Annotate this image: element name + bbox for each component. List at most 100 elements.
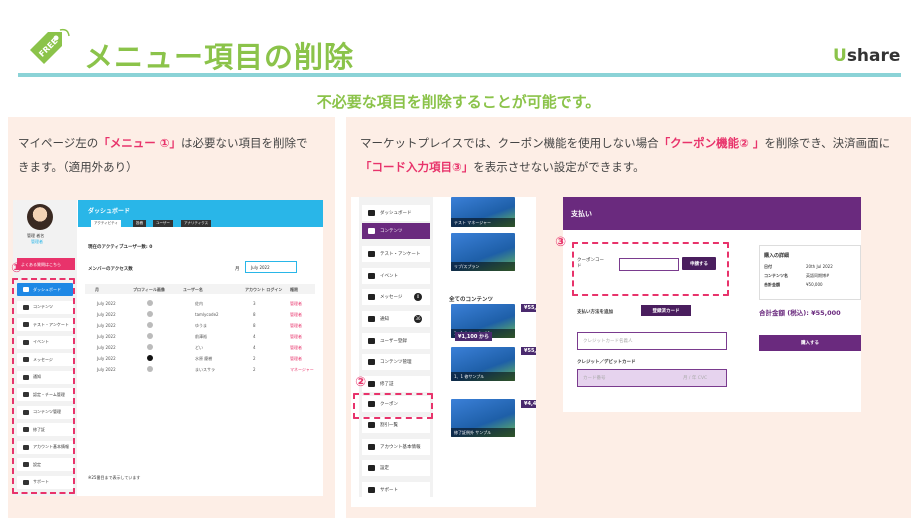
card-exp-placeholder: 月 / 年 CVC xyxy=(683,376,708,381)
table-cell: tamlycode2 xyxy=(195,312,219,317)
table-row: July 2022 ゆうま 8 管理者 xyxy=(85,321,315,331)
thumbnail-label: 修了証例外 サンプル xyxy=(451,428,515,437)
sidebar-item-label: イベント xyxy=(380,274,398,279)
sidebar-item[interactable]: 通知 36 xyxy=(362,311,430,327)
right-desc-highlight1: 「クーポン機能② 」 xyxy=(658,136,765,150)
table-cell: July 2022 xyxy=(97,367,116,372)
table-cell: July 2022 xyxy=(97,334,116,339)
price-tag: ¥55, xyxy=(521,304,536,312)
avatar[interactable] xyxy=(27,204,53,230)
column-header: 月 xyxy=(95,287,99,292)
dash-tab[interactable]: 投稿 xyxy=(133,220,146,227)
callout-3: ③ xyxy=(555,235,567,250)
thumbnail-label: 1、1 修サンプル xyxy=(451,372,515,381)
right-panel: マーケットプレイスでは、クーポン機能を使用しない場合「クーポン機能② 」を削除で… xyxy=(346,117,911,518)
sidebar-item[interactable]: サポート xyxy=(362,482,430,498)
profile-avatar xyxy=(147,366,153,372)
access-title: メンバーのアクセス数 xyxy=(88,267,133,272)
sidebar-item[interactable]: ダッシュボード xyxy=(362,205,430,221)
table-cell: どい xyxy=(195,345,203,350)
table-cell: 管理者 xyxy=(290,334,302,339)
table-cell: まいスサラ xyxy=(195,367,215,372)
profile-avatar xyxy=(147,300,153,306)
card-tab-saved[interactable]: 登録済カード xyxy=(641,305,691,316)
menu-icon xyxy=(368,294,375,300)
sidebar-item[interactable]: コンテンツ xyxy=(362,223,430,239)
right-desc-highlight2: 「コード入力項目③」 xyxy=(360,160,474,174)
table-cell: 前澤裕 xyxy=(195,334,207,339)
sidebar-item[interactable]: メッセージ 0 xyxy=(362,289,430,305)
title-underline xyxy=(18,73,901,77)
table-cell: 8 xyxy=(253,312,256,317)
coupon-callout-box xyxy=(353,393,433,419)
month-label: 月 xyxy=(235,267,240,272)
all-contents-label: 全てのコンテンツ xyxy=(449,297,494,303)
left-description: マイページ左の「メニュー ①」は必要ない項目を削除できます。（適用外あり） xyxy=(18,131,318,179)
thumbnail-label: テスト マネージャー xyxy=(451,218,515,227)
table-cell: 2 xyxy=(253,367,256,372)
detail-value: 20th Jul 2022 xyxy=(806,264,833,269)
table-row: July 2022 佐内 3 管理者 xyxy=(85,299,315,309)
dashboard-header: ダッシュボード xyxy=(78,200,323,217)
count-badge: 36 xyxy=(414,315,422,323)
card-label: クレジット／デビットカード xyxy=(577,360,636,365)
faq-badge[interactable]: よくある質問はこちら xyxy=(17,258,75,270)
table-row: July 2022 tamlycode2 8 管理者 xyxy=(85,310,315,320)
sidebar-item-label: メッセージ xyxy=(380,295,403,300)
sidebar-item[interactable]: 修了証 xyxy=(362,376,430,392)
ushare-logo: Ushare xyxy=(833,46,900,66)
table-row: July 2022 どい 4 管理者 xyxy=(85,343,315,353)
payment-screenshot: 支払い クーポンコード 申請する 支払い方法を追加 登録済カード クレジットカー… xyxy=(563,197,861,412)
detail-value: 英語同期博# xyxy=(806,273,830,278)
sidebar-item[interactable]: テスト・アンケート xyxy=(362,246,430,262)
content-thumbnail[interactable]: テスト マネージャー xyxy=(451,197,515,227)
logo-text: share xyxy=(846,46,901,66)
sidebar-item[interactable]: 設定 xyxy=(362,460,430,476)
sidebar-item[interactable]: イベント xyxy=(362,268,430,284)
table-cell: 3 xyxy=(253,301,256,306)
sidebar-item-label: コンテンツ管理 xyxy=(380,360,412,365)
right-description: マーケットプレイスでは、クーポン機能を使用しない場合「クーポン機能② 」を削除で… xyxy=(360,131,900,179)
table-cell: July 2022 xyxy=(97,301,116,306)
sidebar-item[interactable]: ユーザー登録 xyxy=(362,333,430,349)
sidebar-item-label: アカウント基本情報 xyxy=(380,445,421,450)
table-row: July 2022 前澤裕 4 管理者 xyxy=(85,332,315,342)
menu-icon xyxy=(368,444,375,450)
payment-header: 支払い xyxy=(563,197,861,230)
menu-icon xyxy=(368,465,375,471)
card-number-input[interactable]: カード番号 月 / 年 CVC xyxy=(577,369,727,387)
subtitle: 不必要な項目を削除することが可能です。 xyxy=(316,93,601,111)
content-thumbnail[interactable]: 修了証例外 サンプル xyxy=(451,399,515,437)
card-tab-add[interactable]: 支払い方法を追加 xyxy=(577,309,613,315)
card-name-input[interactable]: クレジットカード名義人 xyxy=(577,332,727,350)
table-cell: 佐内 xyxy=(195,301,203,306)
menu-icon xyxy=(368,251,375,257)
table-cell: 4 xyxy=(253,345,256,350)
dash-tab[interactable]: ユーザー xyxy=(153,220,173,227)
purchase-button[interactable]: 購入する xyxy=(759,335,861,351)
sidebar-item[interactable]: コンテンツ管理 xyxy=(362,354,430,370)
table-cell: マネージャー xyxy=(290,367,314,372)
profile-avatar xyxy=(147,322,153,328)
sidebar-item-label: 修了証 xyxy=(380,382,394,387)
sidebar-item[interactable]: 割引一覧 xyxy=(362,417,430,433)
detail-key: コンテンツ名 xyxy=(764,273,788,278)
column-header: ユーザー名 xyxy=(183,287,203,292)
content-thumbnail[interactable]: 1、1 修サンプル xyxy=(451,347,515,381)
sidebar-item-label: 設定 xyxy=(380,466,389,471)
user-role: 管理者 xyxy=(31,239,43,244)
month-select[interactable]: July 2022 xyxy=(245,261,297,273)
table-cell: 管理者 xyxy=(290,356,302,361)
menu-icon xyxy=(368,210,375,216)
profile-avatar xyxy=(147,311,153,317)
content-thumbnail[interactable]: リブ/スプラン xyxy=(451,233,515,271)
menu-icon xyxy=(368,316,375,322)
table-cell: 管理者 xyxy=(290,345,302,350)
menu-icon xyxy=(368,359,375,365)
sidebar-item[interactable]: アカウント基本情報 xyxy=(362,439,430,455)
dash-tab[interactable]: アナリティクス xyxy=(181,220,212,227)
marketplace-screenshot: ダッシュボードコンテンツテスト・アンケートイベントメッセージ 0 通知 36 ユーザー登… xyxy=(351,197,536,507)
sidebar-item-label: ダッシュボード xyxy=(380,211,412,216)
dash-tab[interactable]: アクティビティ xyxy=(91,220,121,227)
left-desc-highlight: 「メニュー ①」 xyxy=(98,136,182,150)
